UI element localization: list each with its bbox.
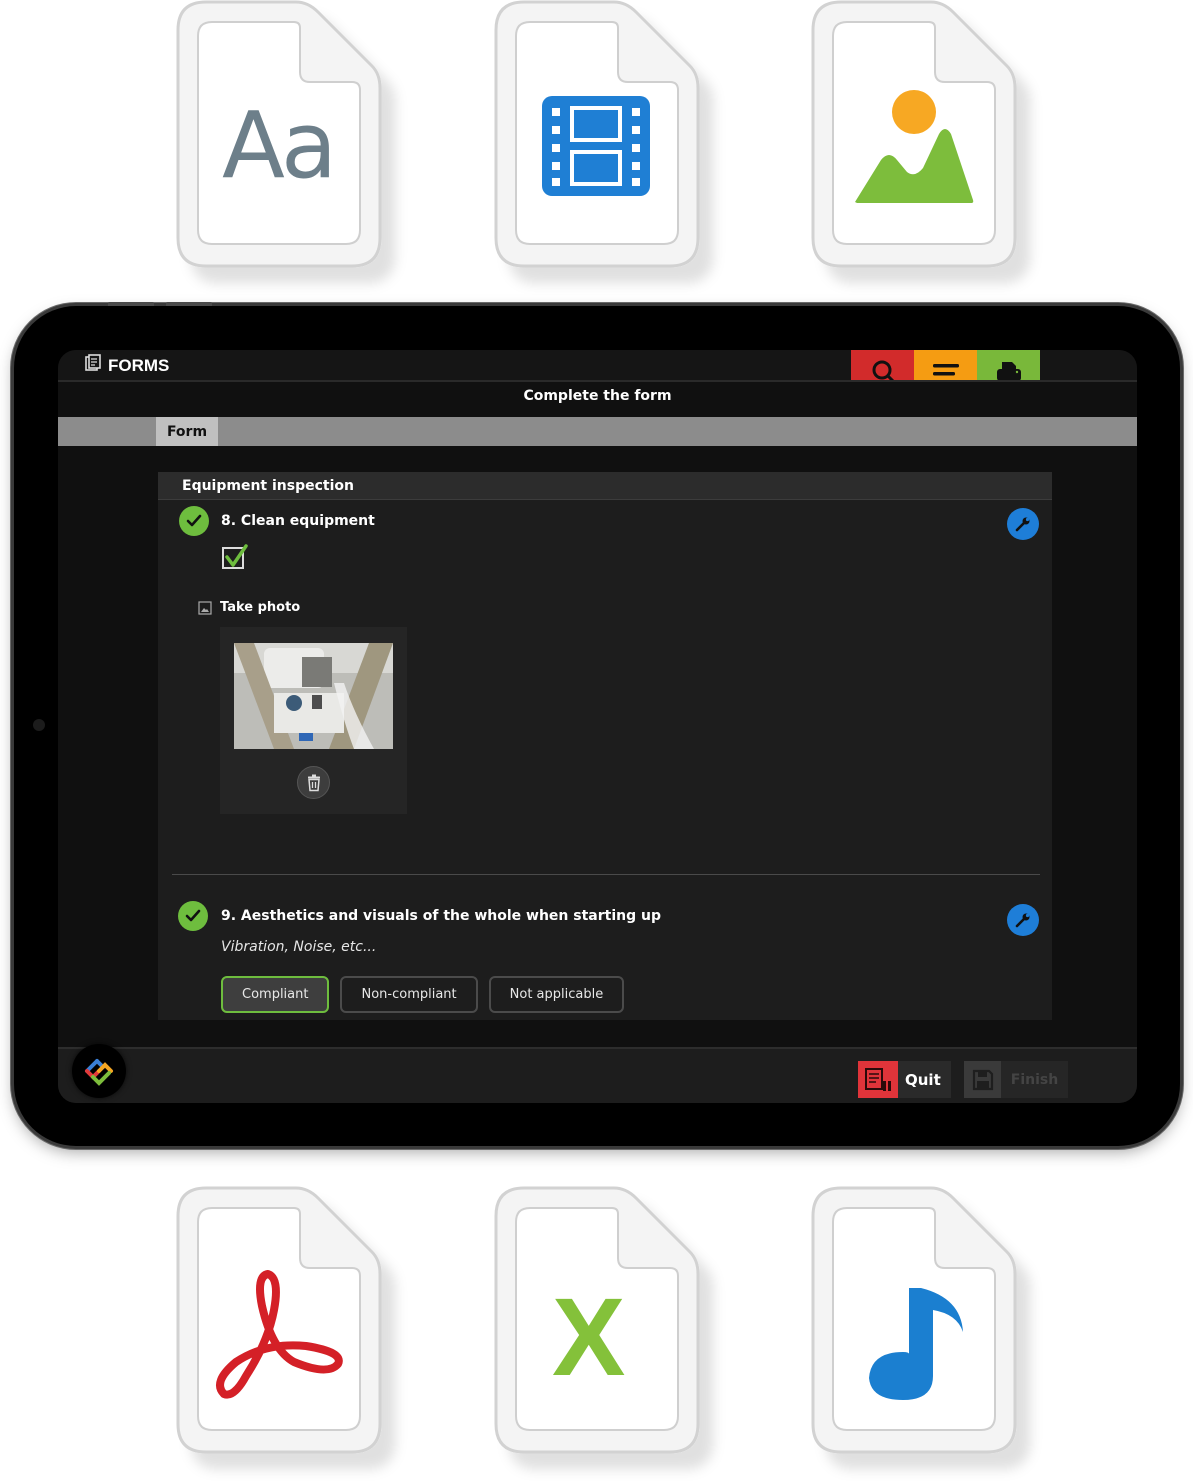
tablet-button: [166, 302, 212, 306]
completed-check-icon: [179, 506, 209, 536]
wrench-icon: [1015, 517, 1030, 532]
form-panel: Equipment inspection 8. Clean equipment …: [158, 472, 1052, 1020]
wrench-icon: [1015, 913, 1030, 928]
search-button[interactable]: [851, 350, 914, 380]
section-title: Equipment inspection: [158, 472, 1052, 500]
toolbar-actions: [851, 350, 1040, 380]
app-screen: FORMS Complete the form Form Equipment i…: [58, 350, 1137, 1103]
text-document-icon: Aa: [176, 0, 381, 268]
finish-label: Finish: [1010, 1071, 1059, 1088]
answer-options: Compliant Non-compliant Not applicable: [221, 976, 625, 1013]
quit-button[interactable]: Quit: [858, 1061, 951, 1098]
video-file-icon: [494, 0, 699, 268]
top-bar: FORMS: [58, 350, 1137, 382]
tab-bar: Form: [58, 417, 1137, 446]
question-subtitle: Vibration, Noise, etc...: [221, 939, 377, 955]
question-title: 9. Aesthetics and visuals of the whole w…: [221, 908, 661, 924]
option-compliant[interactable]: Compliant: [221, 976, 330, 1013]
equipment-photo[interactable]: [234, 643, 393, 749]
option-not-applicable[interactable]: Not applicable: [488, 976, 625, 1013]
print-button[interactable]: [977, 350, 1040, 380]
image-file-icon: [811, 0, 1016, 268]
photo-card: [220, 627, 407, 814]
page-subtitle: Complete the form: [523, 388, 672, 404]
take-photo-label: Take photo: [198, 600, 300, 615]
wrench-button[interactable]: [1007, 904, 1039, 936]
option-non-compliant[interactable]: Non-compliant: [340, 976, 478, 1013]
checkmark-icon: [225, 544, 248, 567]
finish-button[interactable]: Finish: [964, 1061, 1068, 1098]
completed-check-icon: [178, 901, 208, 931]
question-divider: [172, 874, 1040, 875]
wrench-button[interactable]: [1007, 508, 1039, 540]
clean-equipment-checkbox[interactable]: [222, 544, 248, 569]
delete-photo-button[interactable]: [297, 766, 330, 799]
trash-icon: [307, 774, 320, 791]
search-icon: [872, 360, 894, 380]
forms-icon: [84, 354, 102, 377]
tablet-device: FORMS Complete the form Form Equipment i…: [14, 302, 1180, 1146]
pdf-file-icon: [176, 1186, 381, 1454]
quit-icon: [865, 1067, 891, 1091]
text-glyph: Aa: [222, 92, 337, 199]
camera-dot: [33, 719, 45, 731]
excel-glyph: X: [552, 1276, 626, 1399]
app-logo-icon: [85, 1059, 113, 1086]
menu-button[interactable]: [914, 350, 977, 380]
audio-file-icon: [811, 1186, 1016, 1454]
tablet-button: [108, 302, 154, 306]
menu-icon: [932, 364, 959, 376]
excel-file-icon: X: [494, 1186, 699, 1454]
app-title: FORMS: [84, 354, 169, 377]
app-logo-button[interactable]: [72, 1044, 126, 1098]
quit-label: Quit: [905, 1070, 941, 1089]
print-icon: [996, 362, 1021, 380]
image-icon: [198, 600, 212, 615]
question-title: 8. Clean equipment: [221, 513, 375, 529]
tab-form[interactable]: Form: [156, 417, 218, 446]
save-icon: [972, 1069, 993, 1090]
